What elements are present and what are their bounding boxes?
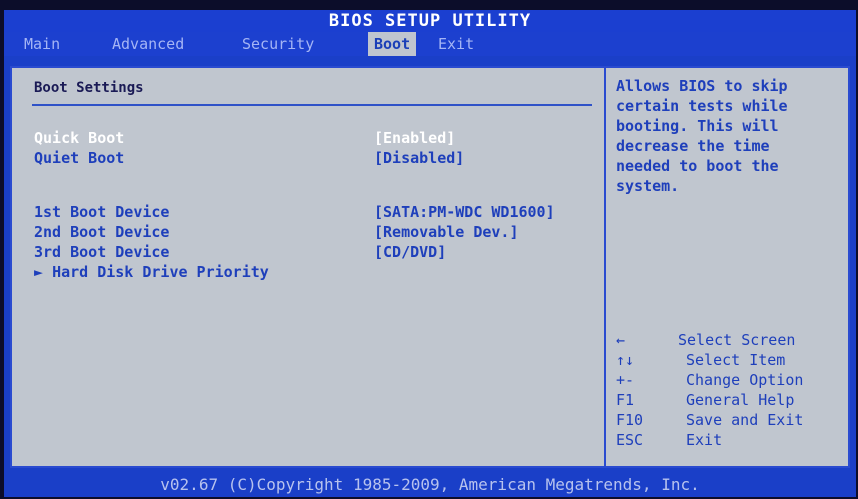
heading-divider [32,104,592,106]
option-label: 3rd Boot Device [34,243,170,261]
option-quiet-boot[interactable]: Quiet Boot [Disabled] [34,148,594,168]
key-description: Change Option [686,371,804,389]
submenu-arrow-icon: ► [34,263,44,281]
key-legend-item: F1 General Help [616,390,846,410]
option-2nd-boot-device[interactable]: 2nd Boot Device [Removable Dev.] [34,222,594,242]
tab-boot[interactable]: Boot [368,32,417,56]
tab-security[interactable]: Security [242,32,314,56]
option-3rd-boot-device[interactable]: 3rd Boot Device [CD/DVD] [34,242,594,262]
option-value[interactable]: [Disabled] [374,148,464,168]
key-description: Select Item [686,351,786,369]
key-description: General Help [686,391,795,409]
tab-main[interactable]: Main [24,32,60,56]
option-label: 2nd Boot Device [34,223,170,241]
up-down-arrow-icon: ↑↓ [616,351,635,369]
option-label: Quick Boot [34,129,125,147]
boot-settings-panel: Boot Settings Quick Boot [Enabled] Quiet… [10,66,606,468]
submenu-label: Hard Disk Drive Priority [52,263,269,281]
tab-advanced[interactable]: Advanced [112,32,184,56]
left-arrow-icon: ← [616,331,626,349]
key-legend-item: ESC Exit [616,430,846,450]
bios-screen: BIOS SETUP UTILITY Main Advanced Securit… [4,10,856,497]
tab-exit[interactable]: Exit [438,32,474,56]
option-quick-boot[interactable]: Quick Boot [Enabled] [34,128,594,148]
key-legend-item: F10 Save and Exit [616,410,846,430]
f10-key: F10 [616,411,644,429]
option-value[interactable]: [SATA:PM-WDC WD1600] [374,202,555,222]
option-label: Quiet Boot [34,149,125,167]
key-legend-item: ↑↓ Select Item [616,350,846,370]
key-legend-item: +- Change Option [616,370,846,390]
key-description: Save and Exit [686,411,804,429]
esc-key: ESC [616,431,644,449]
option-value[interactable]: [Enabled] [374,128,455,148]
key-legend: ← Select Screen ↑↓ Select Item +- Change… [616,330,846,450]
help-panel: Allows BIOS to skip certain tests while … [604,66,850,468]
plus-minus-key: +- [616,371,635,389]
window-title: BIOS SETUP UTILITY [4,10,856,32]
option-value[interactable]: [Removable Dev.] [374,222,519,242]
submenu-hard-disk-priority[interactable]: ► Hard Disk Drive Priority [34,262,594,282]
key-description: Exit [686,431,723,449]
help-text: Allows BIOS to skip certain tests while … [616,77,788,195]
tab-bar: Main Advanced Security Boot Exit [4,32,856,56]
key-description: Select Screen [678,331,796,349]
f1-key: F1 [616,391,635,409]
panel-heading: Boot Settings [34,80,144,96]
copyright-footer: v02.67 (C)Copyright 1985-2009, American … [160,475,700,494]
key-legend-item: ← Select Screen [616,330,846,350]
option-value[interactable]: [CD/DVD] [374,242,446,262]
option-1st-boot-device[interactable]: 1st Boot Device [SATA:PM-WDC WD1600] [34,202,594,222]
option-label: 1st Boot Device [34,203,170,221]
